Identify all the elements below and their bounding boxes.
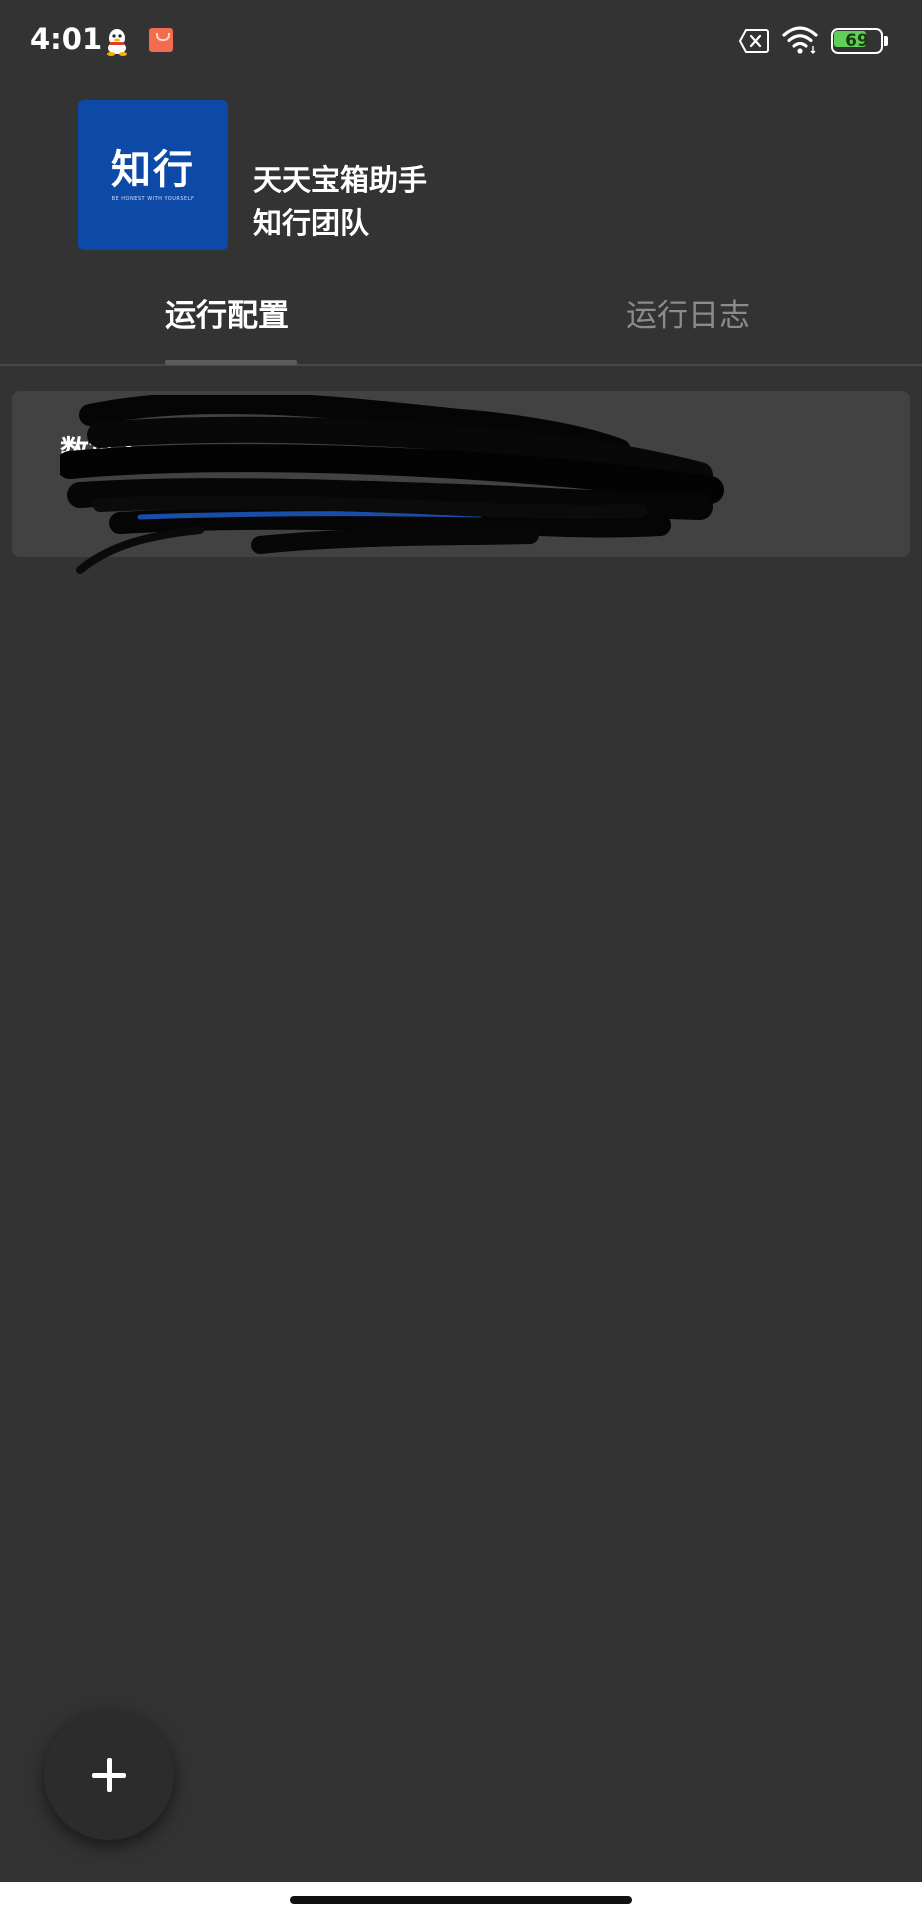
home-indicator[interactable] [290, 1896, 632, 1904]
tab-run-log[interactable]: 运行日志 [626, 294, 750, 338]
app-screen: 4:01 69 知行 BE HONEST WITH YOURSELF 天天宝箱助… [0, 0, 922, 1920]
logo-text: 知行 [111, 147, 195, 193]
status-bar: 4:01 69 [0, 0, 922, 82]
tab-run-config[interactable]: 运行配置 [165, 294, 289, 338]
app-logo: 知行 BE HONEST WITH YOURSELF [78, 100, 228, 250]
qq-icon [107, 29, 127, 56]
battery-level: 69 [845, 31, 869, 51]
team-name: 知行团队 [253, 206, 370, 240]
battery-nub [884, 36, 888, 46]
logo-subtext: BE HONEST WITH YOURSELF [111, 196, 195, 202]
status-time: 4:01 [30, 22, 103, 56]
tab-bar: 运行配置 运行日志 [0, 282, 922, 366]
add-config-button[interactable] [44, 1710, 174, 1840]
app-title: 天天宝箱助手 [253, 163, 428, 197]
active-tab-indicator [165, 360, 297, 365]
no-sim-icon [738, 29, 769, 53]
plus-vertical-bar [107, 1758, 112, 1792]
system-nav-bar [0, 1882, 922, 1920]
battery-icon: 69 [831, 28, 888, 54]
redaction-scribble [60, 395, 724, 574]
shopping-bag-icon [149, 28, 173, 52]
wifi-icon [782, 26, 818, 54]
